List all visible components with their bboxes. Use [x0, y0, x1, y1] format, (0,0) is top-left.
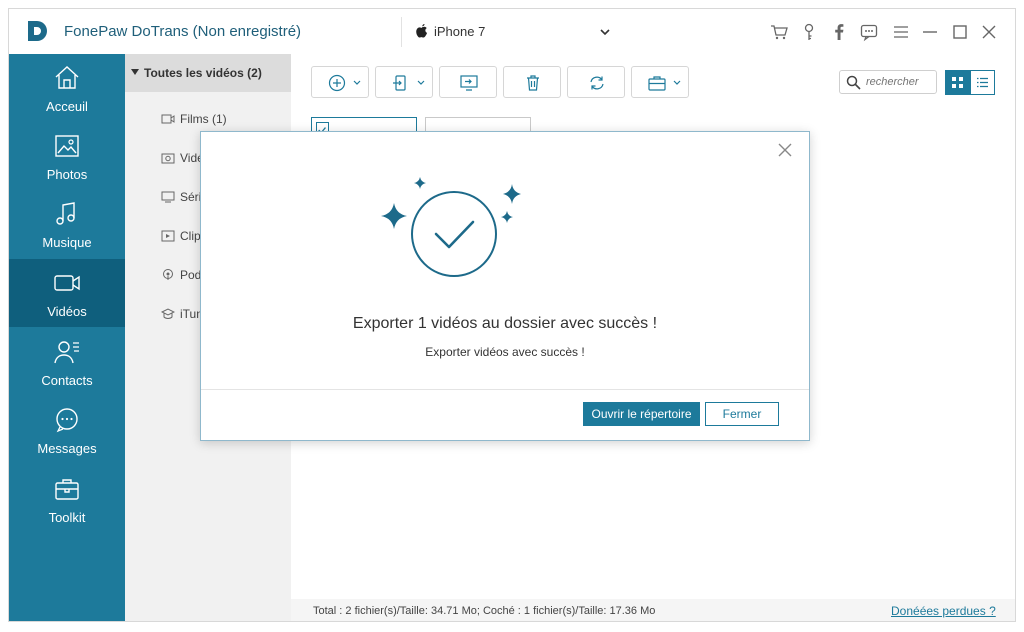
sidebar-item-messages[interactable]: Messages [9, 396, 125, 464]
chevron-down-icon [673, 80, 681, 85]
grid-view-icon [952, 77, 963, 88]
toolbox-button[interactable] [631, 66, 689, 98]
search-icon [846, 75, 861, 90]
home-icon [55, 66, 79, 89]
contacts-icon [54, 341, 79, 364]
export-device-icon [393, 75, 406, 91]
itunes-u-icon [161, 308, 175, 319]
status-bar: Total : 2 fichier(s)/Taille: 34.71 Mo; C… [291, 599, 1015, 621]
maximize-icon[interactable] [950, 22, 970, 42]
sidebar-label: Toolkit [48, 510, 86, 525]
menu-icon[interactable] [891, 22, 911, 42]
collapse-triangle-icon [131, 69, 139, 75]
minimize-icon[interactable] [920, 22, 940, 42]
refresh-button[interactable] [567, 66, 625, 98]
close-icon[interactable] [979, 22, 999, 42]
lost-data-link[interactable]: Donéées perdues ? [891, 604, 996, 618]
camera-icon [161, 153, 175, 164]
chevron-down-icon [600, 29, 610, 36]
sidebar-label: Acceuil [46, 99, 88, 114]
app-title: FonePaw DoTrans (Non enregistré) [64, 23, 302, 40]
category-item-label: Clip [180, 229, 201, 243]
success-check-icon [381, 177, 521, 277]
category-header-label: Toutes les vidéos (2) [144, 66, 262, 80]
list-view-icon [977, 77, 988, 88]
photo-icon [55, 135, 79, 157]
sidebar-label: Vidéos [47, 304, 87, 319]
sidebar-label: Musique [42, 235, 92, 250]
search-input[interactable] [866, 74, 932, 90]
dialog-title: Exporter 1 vidéos au dossier avec succès… [352, 315, 658, 332]
key-icon[interactable] [799, 22, 819, 42]
category-item-label: Films (1) [180, 112, 227, 126]
category-item-label: Séri [180, 190, 202, 204]
category-item-label: Pod [180, 268, 202, 282]
sidebar-item-videos[interactable]: Vidéos [9, 259, 125, 327]
messages-icon [56, 408, 78, 433]
dialog-divider [201, 389, 809, 390]
sidebar-item-photos[interactable]: Photos [9, 122, 125, 190]
delete-icon [527, 75, 539, 91]
chevron-down-icon [353, 80, 361, 85]
close-dialog-button[interactable]: Fermer [705, 402, 779, 426]
grid-view-button[interactable] [945, 70, 970, 95]
facebook-icon[interactable] [829, 22, 849, 42]
app-logo-icon [28, 21, 47, 41]
success-dialog: Exporter 1 vidéos au dossier avec succès… [200, 131, 810, 441]
add-button[interactable] [311, 66, 369, 98]
sidebar-label: Messages [37, 441, 97, 456]
delete-button[interactable] [503, 66, 561, 98]
video-icon [54, 275, 80, 291]
film-icon [161, 114, 175, 124]
title-bar: FonePaw DoTrans (Non enregistré) iPhone … [9, 9, 1015, 54]
device-name: iPhone 7 [434, 24, 486, 39]
sidebar-label: Photos [46, 167, 88, 182]
clip-icon [161, 230, 175, 242]
add-icon [328, 74, 346, 92]
refresh-icon [590, 76, 604, 90]
music-icon [56, 202, 75, 225]
toolbox-icon [648, 76, 666, 91]
toolkit-icon [55, 479, 79, 500]
sidebar-item-contacts[interactable]: Contacts [9, 328, 125, 396]
cart-icon[interactable] [769, 22, 789, 42]
search-box[interactable] [839, 70, 937, 94]
device-selector[interactable]: iPhone 7 [401, 17, 619, 47]
status-info: Total : 2 fichier(s)/Taille: 34.71 Mo; C… [313, 605, 656, 617]
podcast-icon [163, 269, 173, 280]
sidebar-item-toolkit[interactable]: Toolkit [9, 465, 125, 533]
dialog-close-icon[interactable] [777, 142, 793, 158]
open-folder-button[interactable]: Ouvrir le répertoire [583, 402, 700, 426]
export-to-device-button[interactable] [375, 66, 433, 98]
sidebar-item-music[interactable]: Musique [9, 190, 125, 258]
sidebar: Acceuil Photos Musique Vidéos Contacts M… [9, 54, 125, 621]
sidebar-label: Contacts [41, 373, 93, 388]
apple-icon [416, 24, 428, 38]
tv-icon [161, 191, 175, 203]
export-to-pc-button[interactable] [439, 66, 497, 98]
feedback-icon[interactable] [859, 22, 879, 42]
sidebar-item-home[interactable]: Acceuil [9, 54, 125, 122]
category-all-videos[interactable]: Toutes les vidéos (2) [125, 54, 291, 92]
chevron-down-icon [417, 80, 425, 85]
dialog-subtitle: Exporter vidéos avec succès ! [425, 345, 585, 359]
export-pc-icon [460, 75, 478, 91]
list-view-button[interactable] [970, 70, 995, 95]
